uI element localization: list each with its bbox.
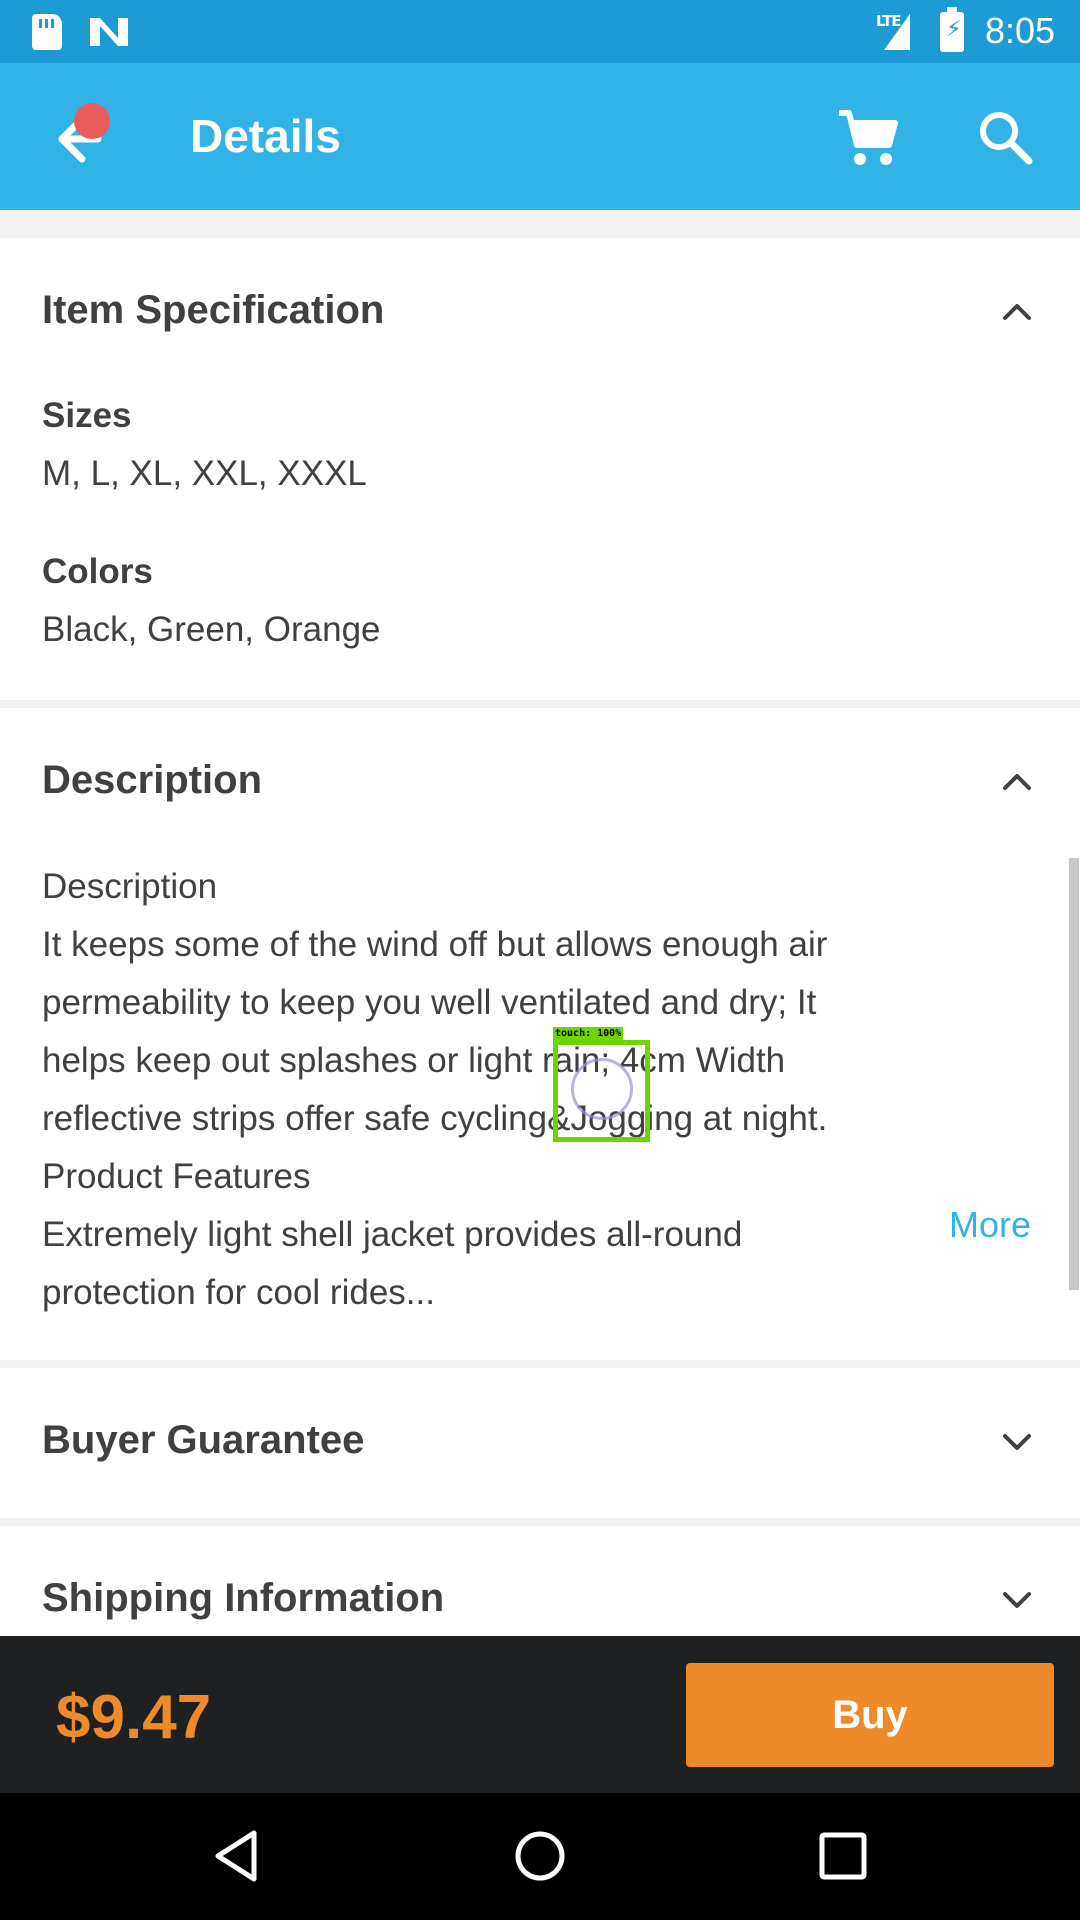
description-line: reflective strips offer safe cycling&Jog… [42,1099,828,1138]
item-specification-card: Item Specification Sizes M, L, XL, XXL, … [0,238,1080,700]
description-title[interactable]: Description [42,758,262,803]
touch-ripple [571,1058,633,1120]
description-line: permeability to keep you well ventilated… [42,983,817,1022]
clock: 8:05 [985,10,1056,51]
chevron-down-icon[interactable] [997,1580,1037,1620]
app-bar: Details [0,63,1080,210]
cart-icon[interactable] [835,105,901,171]
touch-indicator-label: touch: 100% [553,1027,624,1041]
description-line: protection for cool rides... [42,1273,435,1312]
purchase-bar: $9.47 Buy [0,1636,1080,1793]
colors-value: Black, Green, Orange [42,610,381,649]
nav-recents-icon[interactable] [810,1823,876,1889]
chevron-up-icon[interactable] [997,762,1037,802]
colors-label: Colors [42,552,153,591]
status-bar: LTE ⚡ 8:05 [0,0,1080,63]
price-label: $9.47 [56,1683,212,1752]
scrollbar[interactable] [1069,858,1079,1290]
search-icon[interactable] [975,107,1035,167]
description-line: It keeps some of the wind off but allows… [42,925,828,964]
nav-home-icon[interactable] [507,1823,573,1889]
chevron-up-icon[interactable] [997,292,1037,332]
buy-button[interactable]: Buy [686,1663,1054,1767]
sizes-value: M, L, XL, XXL, XXXL [42,454,367,493]
item-specification-title[interactable]: Item Specification [42,288,384,333]
buyer-guarantee-title[interactable]: Buyer Guarantee [42,1418,364,1463]
n-notification-icon [90,18,128,46]
page-title: Details [190,110,341,162]
shipping-information-card[interactable]: Shipping Information [0,1526,1080,1636]
description-text: Description It keeps some of the wind of… [42,858,1042,1322]
buyer-guarantee-card[interactable]: Buyer Guarantee [0,1368,1080,1518]
chevron-down-icon[interactable] [997,1422,1037,1462]
signal-icon [884,14,910,50]
description-line: helps keep out splashes or light rain; 4… [42,1041,786,1080]
description-line: Extremely light shell jacket provides al… [42,1215,743,1254]
sd-card-icon [32,14,62,50]
more-link[interactable]: More [949,1204,1031,1246]
nav-back-icon[interactable] [204,1823,270,1889]
description-line: Description [42,867,218,906]
system-nav-bar [0,1793,1080,1920]
shipping-information-title[interactable]: Shipping Information [42,1576,444,1621]
battery-charging-icon: ⚡ [940,7,964,52]
description-line: Product Features [42,1157,311,1196]
sizes-label: Sizes [42,396,132,435]
notification-dot [74,103,110,139]
description-card: Description Description It keeps some of… [0,708,1080,1360]
